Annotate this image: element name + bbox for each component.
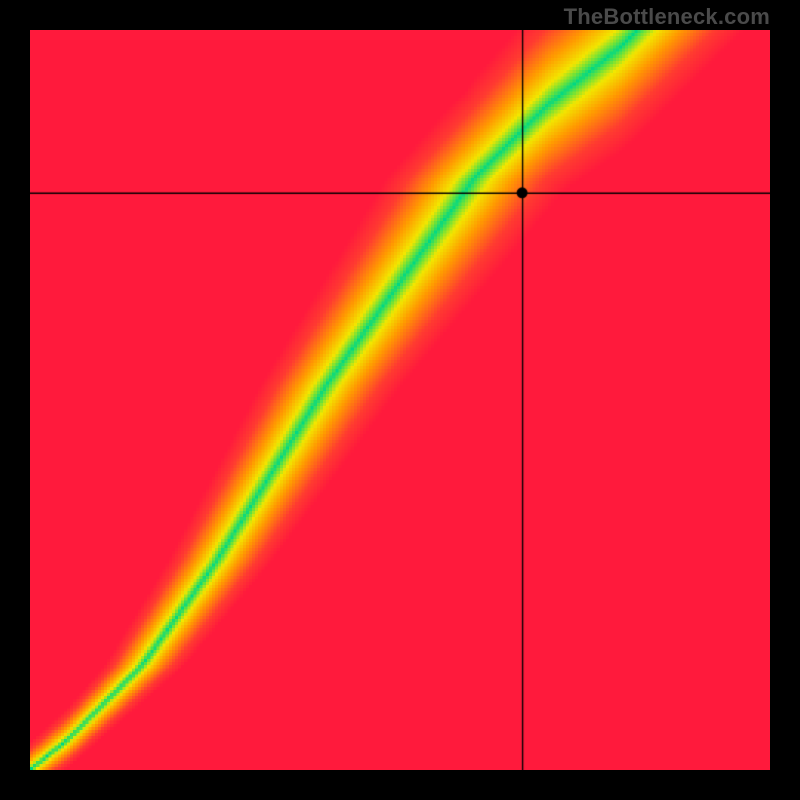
heatmap-canvas xyxy=(30,30,770,770)
plot-area xyxy=(30,30,770,770)
watermark-text: TheBottleneck.com xyxy=(564,4,770,30)
chart-frame: TheBottleneck.com xyxy=(0,0,800,800)
